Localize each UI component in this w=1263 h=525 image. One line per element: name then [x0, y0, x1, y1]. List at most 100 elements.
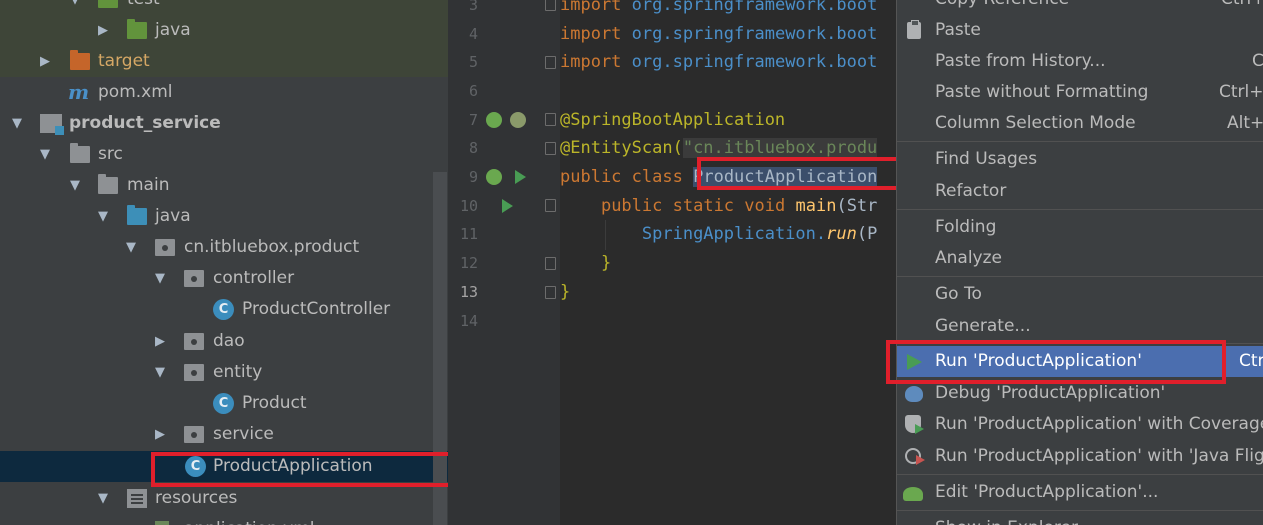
menu-item-label: Show in Explorer	[935, 513, 1078, 525]
tree-item-test[interactable]: ▼ test	[0, 0, 448, 15]
line-number: 9	[468, 168, 478, 186]
menu-item-label: Edit 'ProductApplication'...	[935, 482, 1159, 502]
fold-marker-icon[interactable]	[545, 199, 556, 212]
tree-item-label: service	[213, 424, 274, 444]
menu-separator	[897, 209, 1263, 210]
menu-run-with-coverage[interactable]: Run 'ProductApplication' with Coverage	[897, 409, 1263, 440]
chevron-right-icon[interactable]: ▶	[96, 15, 110, 46]
fold-marker-icon[interactable]	[545, 286, 556, 299]
class-ref: SpringApplication.	[641, 224, 827, 244]
chevron-down-icon[interactable]: ▼	[38, 139, 52, 170]
tree-item-dao[interactable]: ▶ dao	[0, 326, 448, 357]
tree-item-label: main	[127, 175, 170, 195]
chevron-right-icon[interactable]: ▶	[38, 46, 52, 77]
tree-item-main-java[interactable]: ▼ java	[0, 201, 448, 232]
menu-edit-configuration[interactable]: Edit 'ProductApplication'...	[897, 477, 1263, 508]
fold-marker-icon[interactable]	[545, 0, 556, 11]
menu-paste[interactable]: Paste	[897, 15, 1263, 46]
line-number: 10	[459, 197, 478, 215]
chevron-down-icon[interactable]: ▼	[96, 483, 110, 514]
chevron-down-icon[interactable]: ▼	[153, 357, 167, 388]
run-gutter-icon[interactable]	[515, 170, 526, 184]
tree-scrollbar[interactable]	[433, 172, 447, 525]
menu-run-with-java-flight-recorder[interactable]: Run 'ProductApplication' with 'Java Flig…	[897, 441, 1263, 472]
fold-marker-icon[interactable]	[545, 113, 556, 126]
spring-boot-class-icon: C	[185, 456, 206, 477]
run-gutter-icon[interactable]	[502, 199, 513, 213]
tree-item-src[interactable]: ▼ src	[0, 139, 448, 170]
tree-item-product[interactable]: C Product	[0, 388, 448, 419]
menu-debug-product-application[interactable]: Debug 'ProductApplication'	[897, 378, 1263, 409]
package-icon	[184, 364, 204, 381]
spring-bean-icon[interactable]	[486, 169, 502, 185]
tree-item-test-java[interactable]: ▶ java	[0, 15, 448, 46]
menu-paste-without-formatting[interactable]: Paste without Formatting Ctrl+A	[897, 77, 1263, 108]
package-name: org.springframework.boot	[631, 52, 878, 72]
code-line-8: @EntityScan("cn.itbluebox.produ	[560, 134, 878, 163]
chevron-down-icon[interactable]: ▼	[68, 170, 82, 201]
tree-item-main[interactable]: ▼ main	[0, 170, 448, 201]
fold-marker-icon[interactable]	[545, 142, 556, 155]
chevron-right-icon[interactable]: ▶	[153, 419, 167, 450]
string-literal: "cn.itbluebox.produ	[682, 138, 878, 158]
menu-go-to[interactable]: Go To	[897, 279, 1263, 310]
code-line-7: @SpringBootApplication	[560, 106, 785, 135]
menu-run-product-application[interactable]: Run 'ProductApplication' Ctrl	[897, 346, 1263, 377]
menu-generate[interactable]: Generate...	[897, 311, 1263, 342]
menu-item-label: Run 'ProductApplication' with 'Java Flig…	[935, 446, 1263, 466]
spring-check-icon[interactable]	[510, 112, 526, 128]
menu-shortcut: Ctrl+A	[1221, 0, 1263, 15]
module-icon	[40, 114, 64, 135]
menu-analyze[interactable]: Analyze	[897, 243, 1263, 274]
tree-item-label: ProductController	[242, 299, 391, 319]
tree-item-service[interactable]: ▶ service	[0, 419, 448, 450]
excluded-folder-icon	[70, 50, 90, 70]
tree-item-label: product_service	[69, 113, 221, 133]
keyword: import	[560, 24, 622, 44]
menu-copy-reference[interactable]: Copy Reference Ctrl+A	[897, 0, 1263, 15]
tree-item-label: test	[127, 0, 160, 15]
chevron-down-icon[interactable]: ▼	[96, 201, 110, 232]
menu-folding[interactable]: Folding	[897, 212, 1263, 243]
tree-item-package-root[interactable]: ▼ cn.itbluebox.product	[0, 232, 448, 263]
class-name-selected[interactable]: ProductApplication	[693, 167, 878, 187]
tree-item-product-application[interactable]: C ProductApplication	[0, 451, 448, 482]
java-flight-recorder-icon	[905, 448, 925, 465]
tree-item-entity[interactable]: ▼ entity	[0, 357, 448, 388]
spring-bean-icon[interactable]	[486, 112, 502, 128]
brace: }	[560, 282, 571, 302]
project-tree-panel: ▼ test ▶ java ▶ target m pom.xml ▼ produ…	[0, 0, 448, 525]
resources-folder-icon	[127, 489, 147, 508]
chevron-right-icon[interactable]: ▶	[153, 326, 167, 357]
tree-item-label: Product	[242, 393, 307, 413]
chevron-down-icon[interactable]: ▼	[10, 108, 24, 139]
tree-item-target[interactable]: ▶ target	[0, 46, 448, 77]
chevron-down-icon[interactable]: ▼	[153, 263, 167, 294]
menu-show-in-explorer[interactable]: Show in Explorer	[897, 513, 1263, 525]
fold-marker-icon[interactable]	[545, 257, 556, 270]
context-menu: Copy Reference Ctrl+A Paste Paste from H…	[896, 0, 1263, 525]
tree-item-label: controller	[213, 268, 295, 288]
tree-item-controller[interactable]: ▼ controller	[0, 263, 448, 294]
tree-item-product-service[interactable]: ▼ product_service	[0, 108, 448, 139]
chevron-down-icon[interactable]: ▼	[124, 232, 138, 263]
fold-marker-icon[interactable]	[545, 56, 556, 69]
yaml-file-icon	[155, 521, 169, 525]
coverage-icon	[905, 415, 924, 434]
menu-refactor[interactable]: Refactor	[897, 176, 1263, 207]
tree-item-pom[interactable]: m pom.xml	[0, 77, 448, 108]
chevron-down-icon[interactable]: ▼	[68, 0, 82, 15]
package-name: org.springframework.boot	[631, 0, 878, 15]
code-editor[interactable]: import org.springframework.boot import o…	[560, 0, 896, 525]
menu-find-usages[interactable]: Find Usages	[897, 144, 1263, 175]
params: (P	[856, 224, 878, 244]
menu-item-label: Paste from History...	[935, 51, 1106, 71]
tree-item-application-yml[interactable]: application.yml	[0, 514, 448, 525]
params: (Str	[836, 196, 878, 216]
line-number: 13	[459, 283, 478, 301]
tree-item-product-controller[interactable]: C ProductController	[0, 294, 448, 325]
tree-item-resources[interactable]: ▼ resources	[0, 483, 448, 514]
run-icon	[907, 354, 922, 370]
menu-column-selection-mode[interactable]: Column Selection Mode Alt+	[897, 108, 1263, 139]
menu-paste-from-history[interactable]: Paste from History... C	[897, 46, 1263, 77]
